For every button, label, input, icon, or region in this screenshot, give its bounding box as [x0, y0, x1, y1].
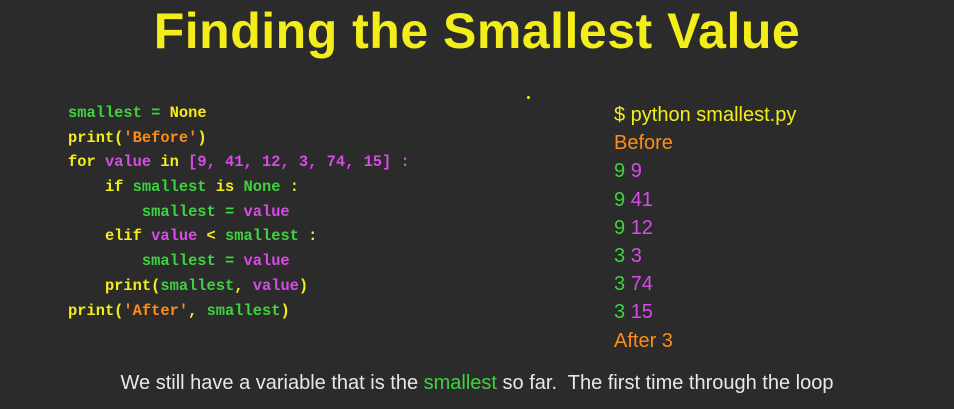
code-token: :: [298, 227, 318, 246]
code-token: in: [151, 153, 189, 172]
code-token: smallest: [160, 276, 235, 295]
code-token: None: [243, 178, 281, 197]
code-token: smallest =: [68, 252, 244, 271]
code-token: :: [391, 153, 410, 172]
code-token: smallest: [132, 178, 207, 197]
code-line-2: print('Before'): [68, 126, 410, 151]
output-value: 74: [630, 273, 653, 296]
slide: Finding the Smallest Value smallest = No…: [0, 0, 954, 409]
code-token: ,: [188, 301, 207, 320]
output-smallest: 9: [614, 160, 626, 183]
output-smallest: 3: [614, 273, 626, 296]
code-token: smallest =: [68, 202, 244, 221]
code-line-5: smallest = value: [68, 200, 410, 225]
code-block: smallest = None print('Before') for valu…: [68, 101, 410, 323]
output-row: 3 15: [614, 298, 796, 326]
output-before: Before: [614, 132, 673, 155]
output-row: 9 41: [614, 186, 796, 214]
code-token: value: [151, 227, 198, 246]
code-token: value: [243, 202, 290, 221]
output-smallest: 9: [614, 216, 626, 239]
code-token: <: [197, 227, 226, 246]
code-token: [9, 41, 12, 3, 74, 15]: [188, 153, 392, 172]
slide-caption: We still have a variable that is the sma…: [0, 372, 954, 395]
code-token: smallest: [225, 227, 299, 246]
slide-title: Finding the Smallest Value: [153, 3, 801, 59]
code-token: ): [197, 128, 207, 147]
code-token: smallest: [206, 301, 281, 320]
code-token: ): [298, 276, 309, 295]
output-smallest: 9: [614, 188, 626, 211]
code-token: 'Before': [123, 128, 198, 147]
code-token: value: [252, 276, 299, 295]
caption-text: We still have a variable that is the: [120, 372, 424, 394]
output-command: $ python smallest.py: [614, 104, 797, 126]
code-token: value: [104, 153, 152, 172]
code-line-3: for value in [9, 41, 12, 3, 74, 15] :: [68, 150, 410, 175]
program-output: $ python smallest.py Before 9 9 9 41 9 1…: [614, 101, 796, 355]
output-row: 9 12: [614, 214, 796, 242]
code-token: if: [68, 178, 133, 197]
output-smallest: 3: [614, 301, 626, 324]
code-line-9: print('After', smallest): [68, 299, 410, 324]
output-row: 3 3: [614, 242, 796, 270]
output-value: 9: [630, 160, 642, 183]
caption-highlight: smallest: [423, 372, 497, 394]
output-row: 9 9: [614, 157, 796, 185]
code-token: None: [169, 104, 207, 122]
caption-text: so far. The first time through the loop: [497, 372, 834, 394]
output-row: 3 74: [614, 270, 796, 298]
output-value: 3: [630, 244, 642, 267]
code-token: elif: [68, 227, 152, 246]
output-after: After 3: [614, 329, 673, 352]
code-token: ): [280, 301, 290, 320]
code-token: ,: [234, 276, 253, 295]
code-line-8: print(smallest, value): [68, 274, 410, 299]
code-token: value: [243, 252, 290, 271]
code-token: :: [280, 178, 299, 197]
code-token: for: [68, 153, 105, 172]
output-value: 41: [630, 188, 653, 211]
output-value: 15: [630, 301, 653, 324]
code-token: 'After': [123, 301, 189, 320]
code-token: print(: [68, 128, 124, 147]
code-token: smallest =: [68, 104, 170, 122]
code-line-6: elif value < smallest :: [68, 224, 410, 249]
code-token: print(: [68, 276, 161, 295]
code-token: is: [206, 178, 244, 197]
code-line-1: smallest = None: [68, 101, 410, 126]
code-line-7: smallest = value: [68, 249, 410, 274]
code-token: print(: [68, 301, 124, 320]
pointer-dot: [527, 96, 530, 99]
code-line-4: if smallest is None :: [68, 175, 410, 200]
output-value: 12: [630, 216, 653, 239]
output-smallest: 3: [614, 244, 626, 267]
